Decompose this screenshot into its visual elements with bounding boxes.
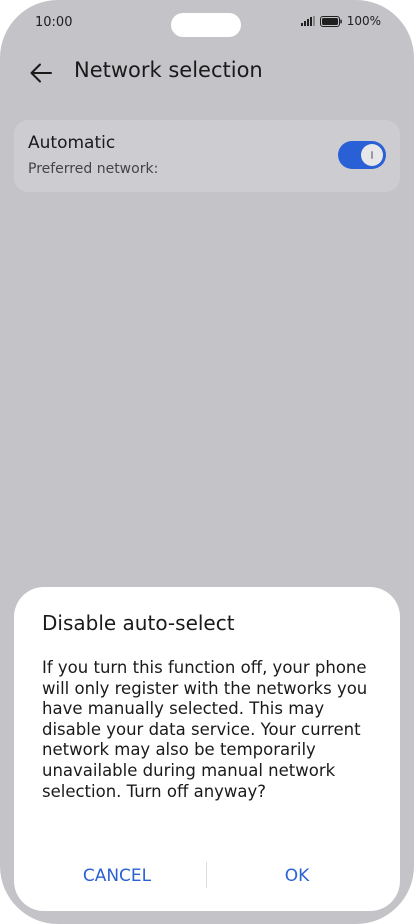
page-title: Network selection — [74, 58, 263, 82]
phone-screen: 10:00 100% Network selection Automatic P… — [0, 0, 414, 924]
camera-cutout — [171, 13, 241, 37]
automatic-toggle[interactable] — [338, 141, 386, 169]
setting-title: Automatic — [28, 133, 116, 153]
setting-subtitle: Preferred network: — [28, 161, 159, 177]
battery-icon — [319, 15, 342, 27]
arrow-left-icon[interactable] — [27, 59, 55, 87]
signal-icon — [300, 16, 315, 26]
cancel-button[interactable]: CANCEL — [42, 859, 192, 893]
app-header: Network selection — [0, 55, 414, 91]
dialog-title: Disable auto-select — [42, 611, 235, 635]
status-bar: 10:00 100% — [0, 0, 414, 46]
dialog-actions: CANCEL OK — [14, 859, 400, 893]
toggle-knob — [361, 144, 383, 166]
status-time: 10:00 — [35, 15, 73, 30]
status-indicators: 100% — [300, 14, 381, 28]
disable-auto-select-dialog: Disable auto-select If you turn this fun… — [14, 587, 400, 911]
automatic-setting-row[interactable]: Automatic Preferred network: — [14, 120, 400, 192]
toggle-knob-mark — [371, 151, 373, 159]
battery-percentage: 100% — [346, 14, 381, 28]
dialog-message: If you turn this function off, your phon… — [42, 658, 368, 801]
ok-button[interactable]: OK — [222, 859, 372, 893]
button-divider — [206, 862, 207, 888]
